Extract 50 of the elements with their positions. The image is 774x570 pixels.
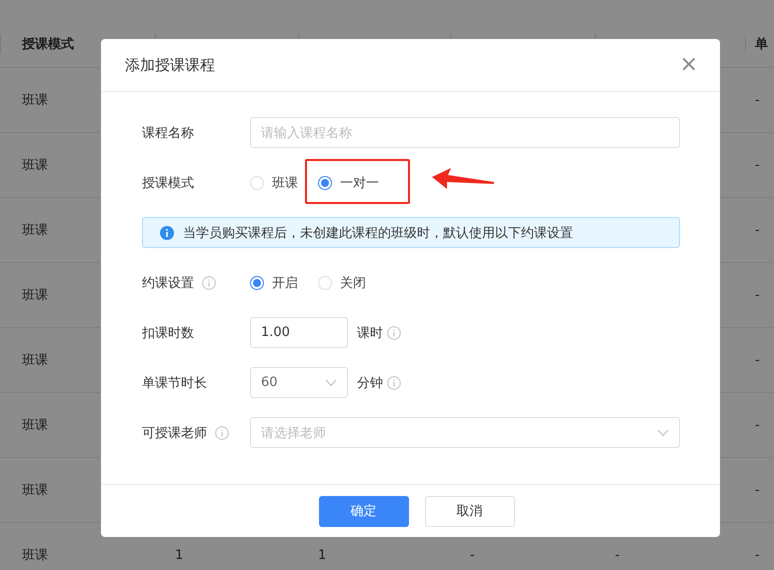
table-cell: - <box>470 548 475 562</box>
table-cell-text: 班课 <box>22 157 48 174</box>
number-field[interactable]: 1.00 <box>250 317 348 348</box>
table-cell: 1 <box>175 548 184 562</box>
table-cell: - <box>755 548 760 562</box>
table-cell: - <box>615 548 620 562</box>
table-cell-text: 班课 <box>22 417 48 434</box>
table-cell-text: 班课 <box>22 352 48 369</box>
table-cell: - <box>755 222 760 238</box>
table-cell: - <box>755 288 760 302</box>
table-cell: - <box>755 482 760 498</box>
table-cell-text: 班课 <box>22 92 48 109</box>
confirm-button[interactable]: 确定 <box>318 496 408 526</box>
info-icon[interactable] <box>202 276 216 290</box>
radio-circle[interactable] <box>318 176 332 190</box>
radio-option[interactable]: 班课 <box>250 174 298 192</box>
field-label: 单课节时长 <box>142 374 207 392</box>
select-field[interactable]: 60 <box>250 367 348 398</box>
column-header: 单 <box>755 36 768 52</box>
chevron-down-icon <box>325 378 337 386</box>
field-label: 课程名称 <box>142 124 194 142</box>
column-header: 授课模式 <box>22 36 74 52</box>
table-cell-text: 班课 <box>22 547 48 564</box>
table-cell-text: 班课 <box>22 287 48 304</box>
table-cell: 1 <box>318 548 326 562</box>
info-icon <box>160 226 174 240</box>
table-cell: - <box>755 352 760 368</box>
field-label: 约课设置 <box>142 274 194 292</box>
unit-label: 分钟 <box>357 374 383 392</box>
radio-option[interactable]: 开启 <box>250 274 298 292</box>
radio-option[interactable]: 关闭 <box>318 274 366 292</box>
table-cell: - <box>755 92 760 108</box>
table-cell-text: 班课 <box>22 482 48 499</box>
radio-option[interactable]: 一对一 <box>318 174 379 192</box>
dialog-title: 添加授课课程 <box>125 56 215 74</box>
alert-text: 当学员购买课程后，未创建此课程的班级时，默认使用以下约课设置 <box>183 224 573 242</box>
chevron-down-icon <box>657 428 669 436</box>
info-icon[interactable] <box>387 376 401 390</box>
unit-label: 课时 <box>357 324 383 342</box>
field-label: 可授课老师 <box>142 424 207 442</box>
cancel-button[interactable]: 取消 <box>424 496 514 526</box>
info-icon[interactable] <box>215 426 229 440</box>
table-cell-text: 班课 <box>22 222 48 239</box>
info-icon[interactable] <box>387 326 401 340</box>
field-label: 授课模式 <box>142 174 194 192</box>
radio-circle[interactable] <box>250 276 264 290</box>
table-cell: - <box>755 158 760 172</box>
field-label: 扣课时数 <box>142 324 194 342</box>
table-cell: - <box>755 418 760 432</box>
close-button[interactable]: × <box>676 54 702 76</box>
